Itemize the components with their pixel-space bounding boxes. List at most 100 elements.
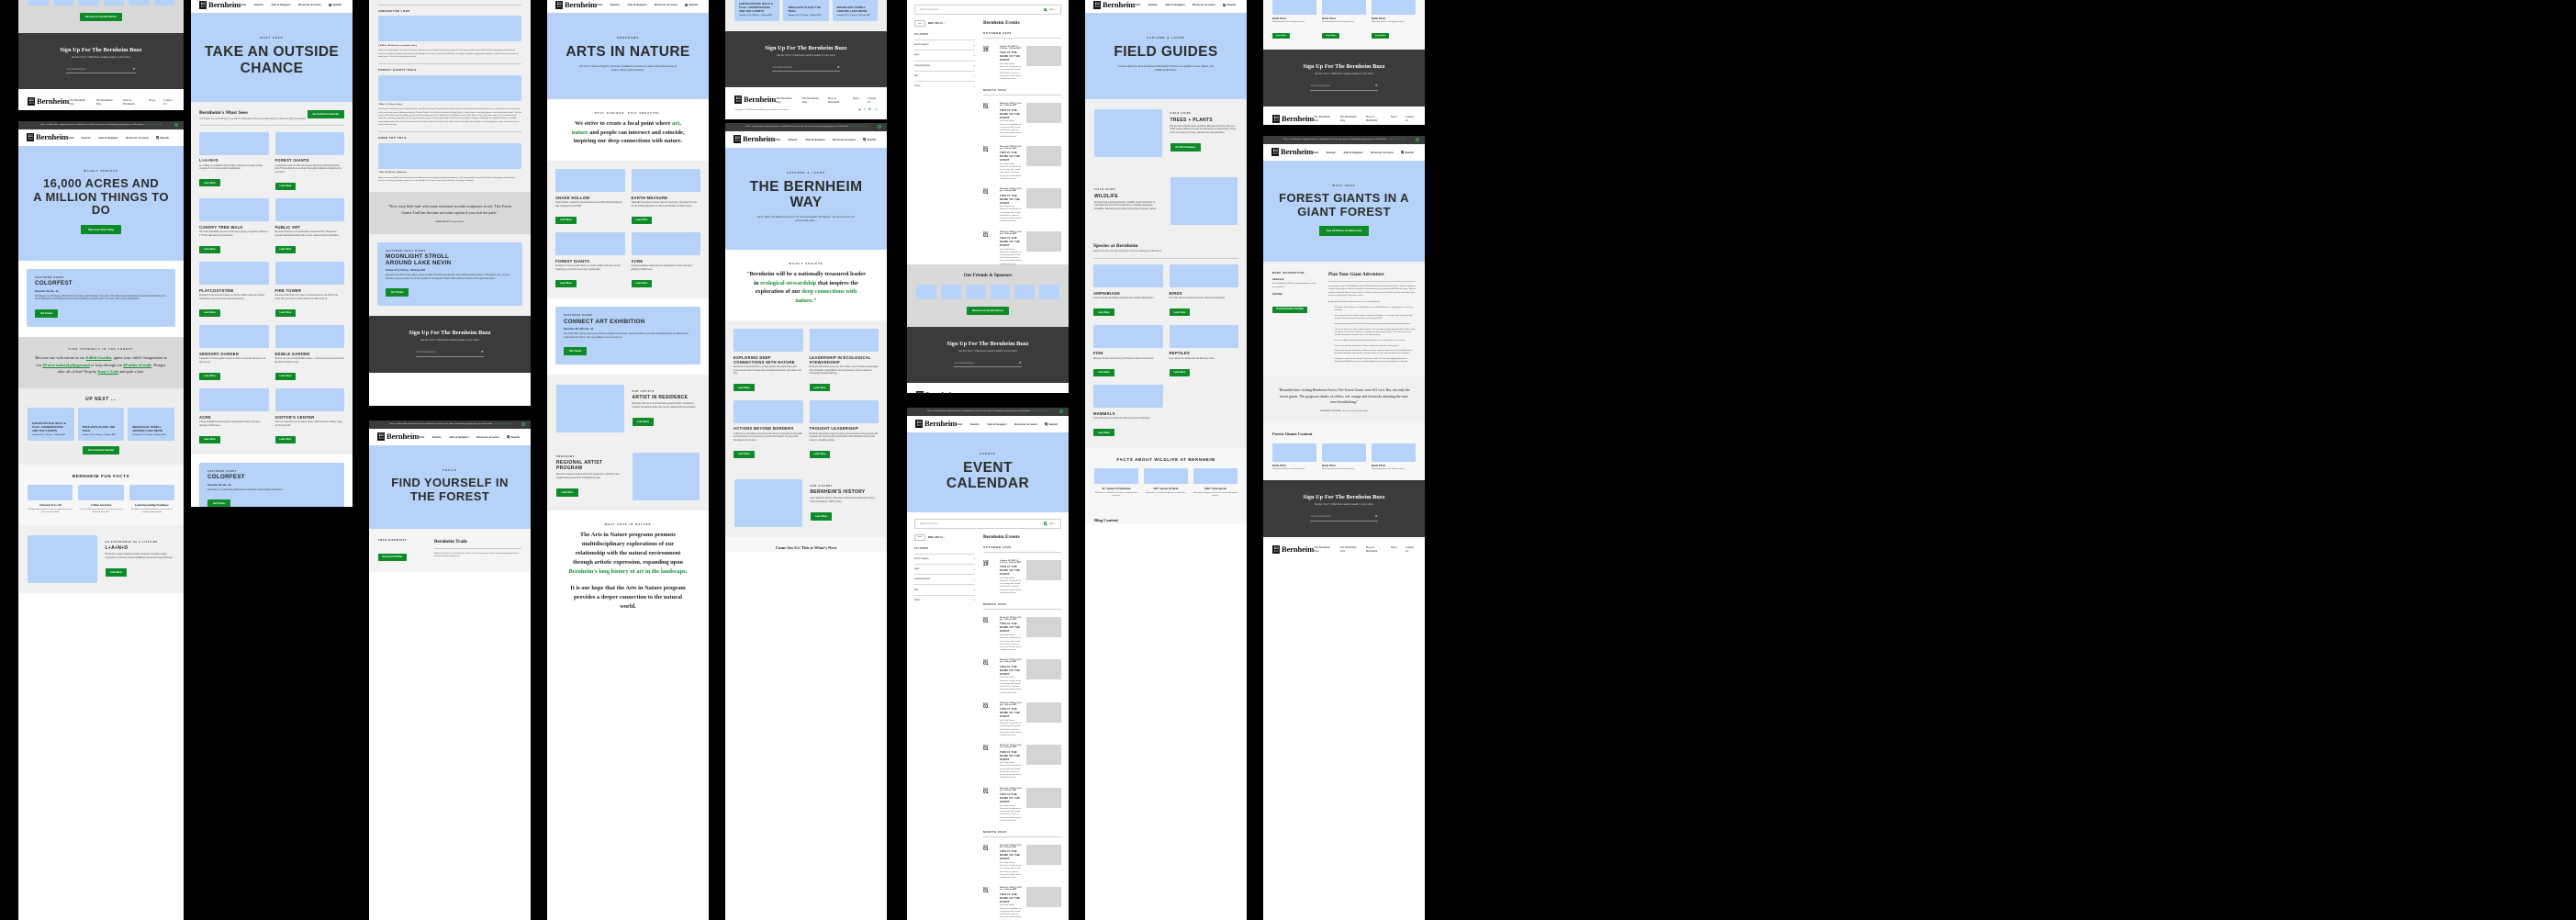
plan-visit-button[interactable]: Plan Your Visit Today (80, 224, 122, 235)
learn-more-button[interactable]: Learn More (199, 372, 220, 380)
filter-row[interactable]: Event Category + (914, 39, 975, 50)
learn-more-button[interactable]: Learn More (1093, 368, 1114, 376)
twitter-icon[interactable]: 🐦 (868, 108, 872, 111)
plant-database-button[interactable]: Our Plant Database (1170, 143, 1201, 151)
footer-link[interactable]: Host at Bernheim (123, 98, 140, 106)
event-row[interactable]: DAY 01 Month 01, 2023 @ 6:30 pm - 8:00 p… (983, 613, 1061, 656)
event-card[interactable]: EARTH/JUSTICE WALK & TALK: CONSERVATION … (734, 0, 780, 21)
nav-search[interactable]: Search (685, 3, 698, 6)
footer-link[interactable]: The Bernheim Way (958, 392, 976, 393)
footer-brand[interactable]: Bernheim (916, 391, 958, 393)
content-card[interactable]: ACRE A living installation addressing th… (631, 232, 700, 288)
filter-row[interactable]: Day + (914, 70, 975, 81)
learn-more-button[interactable]: Learn More (274, 245, 297, 253)
footer-brand[interactable]: Bernheim (1272, 114, 1314, 123)
content-card[interactable]: BIRDS Over 200 species of birds have bee… (1169, 264, 1238, 317)
nav-search[interactable]: Search (863, 138, 876, 141)
footer-brand[interactable]: Bernheim (28, 97, 69, 107)
nav-item-join-support[interactable]: Join & Support (1165, 3, 1184, 6)
event-row[interactable]: DAY 01 Month 01, 2023 @ 6:30 pm - 8:00 p… (983, 228, 1061, 270)
footer-link[interactable]: Contact Us (1049, 392, 1059, 393)
newsletter-email-field[interactable]: Your Email Address ➤ (416, 350, 484, 357)
become-corporate-partner-button[interactable]: Become a Corporate Partner (80, 13, 122, 21)
nav-item-join-support[interactable]: Join & Support (805, 138, 824, 141)
learn-more-button[interactable]: Learn More (809, 450, 831, 458)
nav-search[interactable]: Search (1045, 422, 1058, 426)
nav-item-join-support[interactable]: Join & Support (449, 435, 468, 439)
blog-card[interactable]: BLOG TITLE Short description for the blo… (1322, 443, 1366, 471)
band-link[interactable]: 40 miles of trails (123, 363, 151, 367)
instagram-icon[interactable]: ◎ (875, 108, 878, 111)
get-tickets-button[interactable]: Get Tickets (207, 499, 231, 507)
nav-item-visit[interactable]: Visit (1135, 3, 1140, 6)
expand-icon[interactable]: + (973, 589, 975, 591)
nav-item-events[interactable]: Events (1148, 3, 1158, 6)
announcement-link[interactable]: Potential Link OR (1033, 410, 1048, 412)
footer-link[interactable]: The Bernheim Way (96, 98, 116, 106)
newsletter-email-field[interactable]: Your Email Address ➤ (954, 361, 1022, 368)
expand-icon[interactable]: + (973, 578, 975, 581)
nav-item-events[interactable]: Events (970, 422, 980, 426)
content-card[interactable]: AMPHIBIANS Learn about the amphibians th… (1093, 264, 1163, 317)
learn-more-button[interactable]: Learn More (274, 309, 297, 317)
nav-item-discover-learn[interactable]: Discover & Learn (1371, 151, 1394, 154)
learn-more-button[interactable]: Learn More (274, 372, 297, 380)
blog-card[interactable]: BLOG TITLE Short description for the blo… (1372, 443, 1416, 471)
band-link[interactable]: Edible Garden (86, 355, 112, 360)
nav-item-visit[interactable]: Visit (1313, 151, 1318, 154)
learn-more-button[interactable]: Learn More (809, 384, 831, 392)
program-learn-more-button[interactable]: Learn More (556, 488, 578, 497)
content-card[interactable]: LEADERSHIP IN ECOLOGICAL STEWARDSHIP Ber… (809, 329, 879, 393)
footer-link[interactable]: Contact Us (1406, 545, 1416, 553)
footer-link[interactable]: The Bernheim Way (1340, 115, 1359, 122)
learn-more-button[interactable]: Learn More (274, 182, 297, 190)
brand-logo[interactable]: Bernheim (377, 432, 419, 442)
newsletter-email-field[interactable]: Your Email Address ➤ (66, 67, 136, 74)
content-card[interactable]: L+A+N+D An exciting, new initiative that… (199, 131, 269, 192)
nav-item-discover-learn[interactable]: Discover & Learn (833, 138, 856, 141)
footer-link[interactable]: Contact Us (868, 96, 878, 104)
expand-icon[interactable]: + (973, 64, 975, 67)
learn-more-button[interactable]: Learn More (734, 384, 755, 392)
event-row[interactable]: SUN 29 October 29, 2023 @ 6:30 pm - 8:00… (983, 556, 1061, 599)
event-search-bar[interactable]: Search for Events List ⌄ (914, 5, 1061, 15)
footer-link[interactable]: The Bernheim Way (1314, 115, 1332, 122)
event-row[interactable]: DAY 01 Month 01, 2023 @ 6:30 pm - 8:00 p… (983, 784, 1061, 826)
nav-search[interactable]: Search (1401, 151, 1414, 154)
view-full-calendar-button[interactable]: View Full Event Calendar (82, 445, 120, 454)
brand-logo[interactable]: Bernheim (915, 420, 957, 429)
search-icon[interactable] (1043, 522, 1047, 525)
brand-logo[interactable]: Bernheim (1093, 0, 1135, 9)
blog-card[interactable]: BLOG TITLE Short description for the blo… (1372, 0, 1416, 40)
close-icon[interactable]: × (1059, 410, 1063, 414)
facebook-icon[interactable]: f (865, 108, 866, 111)
footer-link[interactable]: The Bernheim Way (984, 392, 1002, 393)
learn-more-button[interactable]: Learn More (199, 309, 220, 317)
expand-icon[interactable]: + (973, 84, 975, 88)
content-card[interactable]: ACRE A living installation addressing th… (199, 388, 269, 444)
filter-row[interactable]: Series + (914, 594, 975, 605)
see-full-calendar-button[interactable]: See Full Event Calendar (307, 110, 344, 119)
event-row[interactable]: DAY 01 Month 01, 2023 @ 6:30 pm - 8:00 p… (983, 99, 1061, 141)
footer-link[interactable]: Host at Bernheim (1010, 392, 1026, 393)
become-corporate-partner-button[interactable]: Become a Corporate Partner (967, 307, 1009, 315)
content-card[interactable]: EXPLORING DEEP CONNECTIONS WITH NATURE B… (734, 329, 803, 393)
nav-search[interactable]: Search (329, 3, 342, 6)
footer-link[interactable]: Contact Us (163, 98, 174, 106)
download-giants-map-button[interactable]: Download Giants Trail Map (1272, 306, 1308, 313)
blog-learn-more-button[interactable]: Learn More (1272, 33, 1291, 39)
event-row[interactable]: DAY 01 Month 01, 2023 @ 6:30 pm - 8:00 p… (983, 185, 1061, 227)
content-card[interactable]: EARTH MEASURE Titled after the ancient G… (631, 169, 700, 225)
learn-more-button[interactable]: Learn More (199, 435, 220, 443)
send-icon[interactable]: ➤ (1019, 361, 1022, 365)
learn-more-button[interactable]: Learn More (1093, 429, 1114, 437)
footer-link[interactable]: The Bernheim Way (1340, 545, 1359, 553)
nav-item-visit[interactable]: Visit (775, 138, 780, 141)
expand-icon[interactable]: + (973, 567, 975, 571)
view-mode-select[interactable]: List ⌄ (1049, 522, 1056, 525)
artist-learn-more-button[interactable]: Learn More (632, 417, 655, 426)
filter-row[interactable]: Ages + (914, 50, 975, 60)
date-range-select[interactable]: NOW - DEC 13 ⌄ (928, 536, 945, 539)
learn-more-button[interactable]: Learn More (274, 435, 297, 443)
learn-more-button[interactable]: Learn More (631, 216, 653, 224)
